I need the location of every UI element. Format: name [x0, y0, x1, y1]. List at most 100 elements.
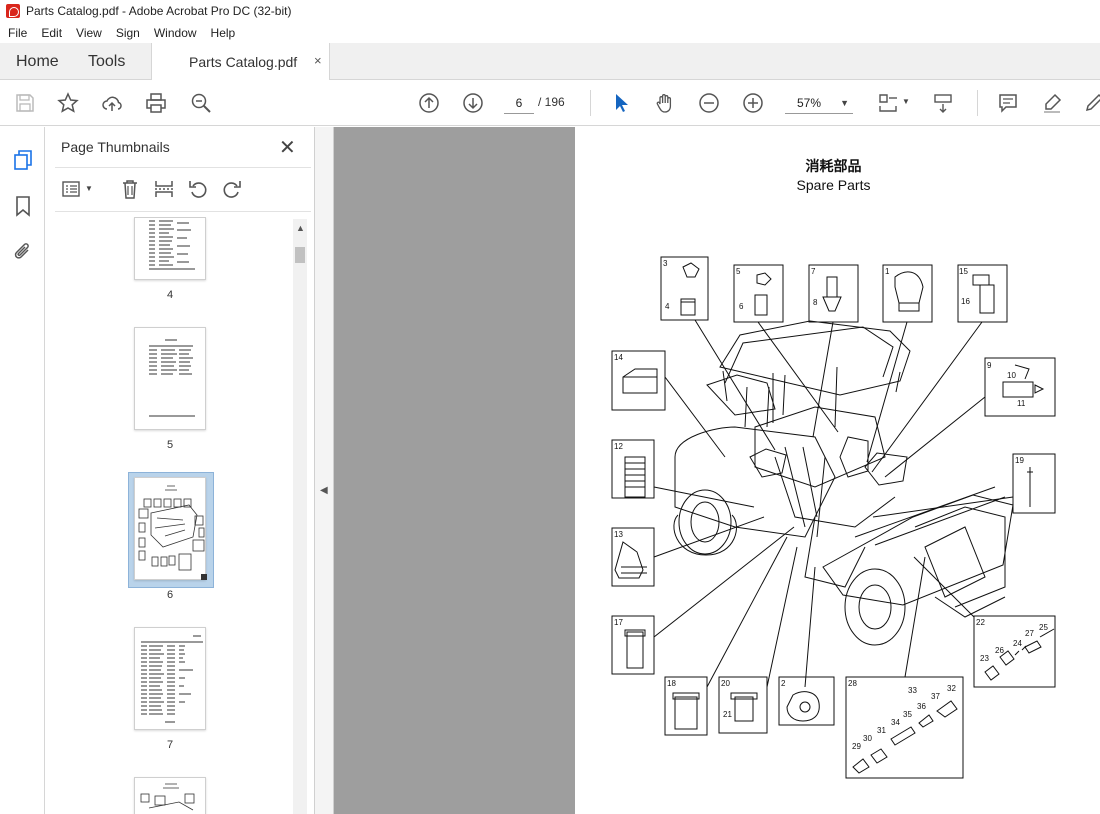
- thumbnail-page-6[interactable]: [134, 477, 207, 580]
- callout-number: 31: [877, 726, 886, 735]
- menu-help[interactable]: Help: [203, 26, 242, 40]
- tab-bar: Home Tools Parts Catalog.pdf ×: [0, 43, 1100, 80]
- collapse-panel-strip[interactable]: ◀: [315, 127, 334, 814]
- menu-edit[interactable]: Edit: [33, 26, 68, 40]
- callout-number: 29: [852, 742, 861, 751]
- rotate-right-icon[interactable]: [221, 178, 243, 200]
- spare-parts-illustration: 3 4 5 6 7 8 1 15 16 14 9 10 11 12 19 13 …: [611, 256, 1056, 779]
- hand-icon[interactable]: [653, 91, 677, 115]
- page-up-icon[interactable]: [417, 91, 441, 115]
- thumbnail-page-7[interactable]: [134, 627, 206, 730]
- menu-bar: File Edit View Sign Window Help: [0, 22, 1100, 43]
- zoom-out-icon[interactable]: [697, 91, 721, 115]
- callout-number: 14: [614, 353, 623, 362]
- callout-number: 30: [863, 734, 872, 743]
- thumbnail-options-icon[interactable]: [61, 178, 83, 200]
- scroll-mode-icon[interactable]: [931, 91, 955, 115]
- tab-document-label: Parts Catalog.pdf: [189, 54, 298, 70]
- star-icon[interactable]: [56, 91, 80, 115]
- attachment-icon[interactable]: [12, 241, 34, 263]
- callout-number: 7: [811, 267, 816, 276]
- page-down-icon[interactable]: [461, 91, 485, 115]
- callout-number: 5: [736, 267, 741, 276]
- callout-number: 17: [614, 618, 623, 627]
- extract-pages-icon[interactable]: [153, 178, 175, 200]
- callout-number: 16: [961, 297, 970, 306]
- menu-view[interactable]: View: [68, 26, 108, 40]
- callout-number: 6: [739, 302, 744, 311]
- page-total: / 196: [538, 95, 565, 109]
- title-bar: Parts Catalog.pdf - Adobe Acrobat Pro DC…: [0, 0, 1100, 22]
- scroll-thumb[interactable]: [295, 247, 305, 263]
- callout-number: 22: [976, 618, 985, 627]
- left-rail: [0, 127, 45, 814]
- thumbnail-page-4[interactable]: [134, 217, 206, 280]
- window-title: Parts Catalog.pdf - Adobe Acrobat Pro DC…: [26, 4, 292, 18]
- thumbnail-page-5[interactable]: [134, 327, 206, 430]
- print-icon[interactable]: [144, 91, 168, 115]
- fit-page-dropdown-icon[interactable]: ▼: [902, 97, 910, 106]
- scroll-up-icon[interactable]: ▲: [296, 223, 305, 233]
- thumbnail-page-8[interactable]: [134, 777, 206, 814]
- tab-home[interactable]: Home: [16, 53, 59, 71]
- callout-number: 24: [1013, 639, 1022, 648]
- fit-page-icon[interactable]: [876, 91, 900, 115]
- bookmark-icon[interactable]: [12, 195, 34, 217]
- callout-number: 34: [891, 718, 900, 727]
- callout-number: 13: [614, 530, 623, 539]
- callout-number: 18: [667, 679, 676, 688]
- callout-number: 35: [903, 710, 912, 719]
- highlight-icon[interactable]: [1040, 91, 1064, 115]
- callout-number: 8: [813, 298, 818, 307]
- zoom-level-select[interactable]: 57% ▼: [785, 92, 853, 114]
- callout-number: 12: [614, 442, 623, 451]
- callout-number: 20: [721, 679, 730, 688]
- zoom-search-icon[interactable]: [189, 91, 213, 115]
- callout-number: 32: [947, 684, 956, 693]
- callout-number: 10: [1007, 371, 1016, 380]
- callout-number: 37: [931, 692, 940, 701]
- chevron-down-icon[interactable]: ▼: [85, 184, 93, 193]
- delete-icon[interactable]: [119, 178, 141, 200]
- close-icon[interactable]: ✕: [279, 135, 296, 160]
- callout-number: 4: [665, 302, 670, 311]
- comment-icon[interactable]: [996, 91, 1020, 115]
- thumbnail-list: 4 5 6 7: [55, 217, 293, 814]
- callout-number: 26: [995, 646, 1004, 655]
- zoom-level-value: 57%: [797, 96, 822, 110]
- collapse-left-icon[interactable]: ◀: [320, 485, 328, 496]
- rotate-left-icon[interactable]: [187, 178, 209, 200]
- panel-toolbar: ▼: [55, 167, 311, 212]
- menu-window[interactable]: Window: [146, 26, 203, 40]
- tab-close-icon[interactable]: ×: [314, 53, 322, 68]
- save-icon[interactable]: [13, 91, 37, 115]
- page-number-input[interactable]: 6: [504, 92, 534, 114]
- thumbnail-label: 5: [166, 439, 174, 451]
- thumbnail-label: 7: [166, 739, 174, 751]
- callout-number: 23: [980, 654, 989, 663]
- thumbnail-label: 4: [166, 289, 174, 301]
- callout-number: 28: [848, 679, 857, 688]
- callout-number: 15: [959, 267, 968, 276]
- menu-file[interactable]: File: [0, 26, 33, 40]
- page-thumbnails-icon[interactable]: [12, 149, 34, 171]
- upload-icon[interactable]: [100, 91, 124, 115]
- callout-number: 11: [1017, 399, 1026, 408]
- pdf-page: 消耗部品 Spare Parts 3 4 5 6 7 8 1 15 16 14 …: [575, 127, 1100, 814]
- select-cursor-icon[interactable]: [609, 91, 633, 115]
- thumbnail-scrollbar[interactable]: ▲: [293, 219, 307, 814]
- thumbnail-label: 6: [166, 589, 174, 601]
- tab-document[interactable]: Parts Catalog.pdf ×: [151, 43, 330, 80]
- menu-sign[interactable]: Sign: [108, 26, 146, 40]
- tab-tools[interactable]: Tools: [88, 53, 125, 71]
- callout-number: 19: [1015, 456, 1024, 465]
- draw-icon[interactable]: [1082, 91, 1100, 115]
- callout-number: 33: [908, 686, 917, 695]
- thumbnails-panel: Page Thumbnails ✕ ▼ 4 5 6 7 ▲: [45, 127, 315, 814]
- chevron-down-icon: ▼: [840, 98, 849, 108]
- toolbar: 6 / 196 57% ▼ ▼: [0, 80, 1100, 126]
- callout-number: 1: [885, 267, 890, 276]
- callout-number: 36: [917, 702, 926, 711]
- callout-number: 2: [781, 679, 786, 688]
- zoom-in-icon[interactable]: [741, 91, 765, 115]
